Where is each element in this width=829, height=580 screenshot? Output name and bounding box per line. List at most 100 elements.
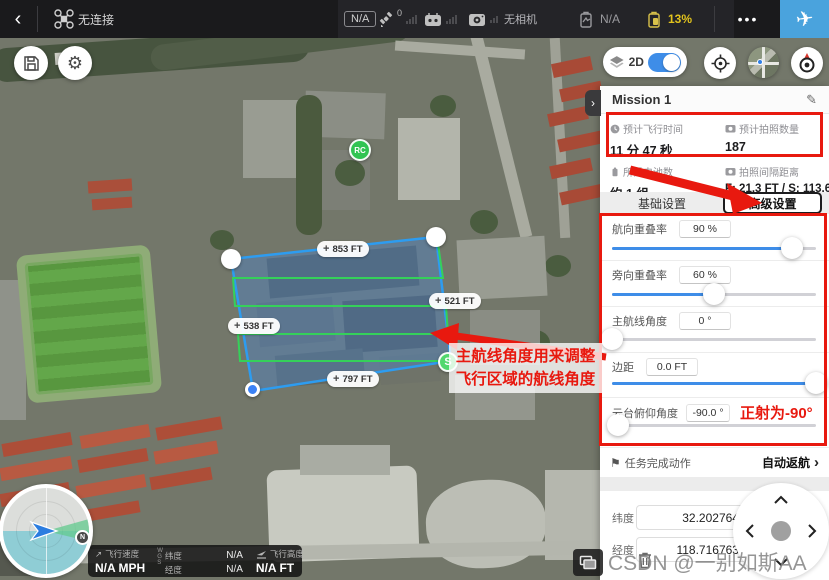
map-feature	[1, 432, 72, 457]
distance-label[interactable]: + 538 FT	[228, 318, 280, 334]
front-overlap-value[interactable]: 90 %	[679, 220, 731, 238]
lng-value: N/A	[226, 564, 243, 575]
back-button[interactable]: ‹	[0, 0, 36, 38]
margin-slider[interactable]	[612, 382, 816, 385]
rc-battery-icon	[645, 11, 663, 28]
stat-label: 预计飞行时间	[623, 121, 683, 136]
distance-label[interactable]: + 797 FT	[327, 371, 379, 387]
connection-status: 无连接	[78, 0, 114, 38]
edit-mission-icon[interactable]: ✎	[806, 92, 817, 108]
map-layer-switch-button[interactable]	[573, 549, 603, 576]
rc-signal-status[interactable]	[424, 0, 457, 38]
gps-signal-bars	[406, 15, 417, 24]
nudge-up-button[interactable]	[773, 495, 789, 505]
gimbal-pitch-row: 云台俯仰角度 -90.0 ° 正射为-90°	[612, 402, 813, 423]
flag-icon: ⚑	[610, 456, 621, 470]
save-mission-button[interactable]	[14, 46, 48, 80]
rc-battery-status[interactable]: 13%	[645, 0, 692, 38]
layers-icon	[609, 55, 625, 69]
point-nudge-dpad	[733, 483, 829, 579]
tab-advanced-settings[interactable]: 高级设置	[723, 192, 822, 214]
panel-collapse-button[interactable]: ›	[585, 90, 601, 116]
divider	[600, 352, 829, 353]
map-feature	[88, 178, 133, 193]
slider-label: 主航线角度	[612, 313, 667, 329]
aircraft-battery-icon	[577, 11, 595, 28]
nudge-right-button[interactable]	[807, 523, 817, 539]
slider-knob[interactable]	[703, 283, 725, 305]
compass-dial	[3, 488, 89, 574]
drone-icon	[53, 0, 75, 38]
move-cross-icon: +	[333, 373, 339, 385]
side-overlap-slider[interactable]	[612, 293, 816, 296]
distance-label[interactable]: + 521 FT	[429, 293, 481, 309]
stat-label: 拍照间隔距离	[739, 164, 799, 179]
map-feature	[92, 197, 133, 211]
remote-controller-icon	[424, 12, 442, 27]
rc-location-marker[interactable]: RC	[349, 139, 371, 161]
slider-knob[interactable]	[805, 372, 827, 394]
gimbal-pitch-slider[interactable]	[612, 424, 816, 427]
map-feature	[395, 40, 525, 59]
sports-field	[24, 253, 153, 395]
margin-row: 边距 0.0 FT	[612, 358, 698, 376]
chevron-right-icon: ›	[814, 454, 819, 471]
lng-label: 经度	[165, 564, 182, 576]
map-feature	[300, 445, 390, 475]
rc-battery-value: 13%	[668, 12, 692, 26]
route-angle-value[interactable]: 0 °	[679, 312, 731, 330]
telemetry-position: 纬度 N/A 经度 N/A	[165, 545, 249, 577]
margin-value[interactable]: 0.0 FT	[646, 358, 698, 376]
polygon-vertex[interactable]	[426, 227, 446, 247]
map-feature	[430, 95, 456, 117]
start-marker-label: S	[444, 356, 451, 368]
slider-knob[interactable]	[781, 237, 803, 259]
takeoff-button[interactable]: ✈	[780, 0, 829, 38]
delete-point-icon[interactable]	[637, 551, 653, 569]
aircraft-battery-status[interactable]: N/A	[577, 0, 620, 38]
nudge-left-button[interactable]	[745, 523, 755, 539]
latitude-label: 纬度	[612, 510, 636, 526]
stat-label: 预计拍照数量	[739, 121, 799, 136]
camera-icon	[468, 12, 486, 27]
front-overlap-slider[interactable]	[612, 247, 816, 250]
camera-status[interactable]: 无相机	[468, 0, 537, 38]
map-feature	[455, 375, 535, 420]
gps-status[interactable]: 0	[378, 0, 417, 38]
side-overlap-value[interactable]: 60 %	[679, 266, 731, 284]
map-feature	[470, 32, 532, 239]
gps-count: 0	[397, 8, 402, 18]
locate-me-button[interactable]	[704, 47, 736, 79]
polygon-vertex[interactable]	[221, 249, 241, 269]
slider-knob[interactable]	[607, 414, 629, 436]
divider	[714, 6, 715, 32]
distance-text: 797 FT	[342, 374, 372, 385]
map-2d-toggle[interactable]	[648, 53, 681, 72]
more-menu-button[interactable]: •••	[728, 0, 768, 38]
map-feature	[210, 230, 234, 250]
nudge-center-button[interactable]	[771, 521, 791, 541]
map-feature	[79, 424, 150, 449]
gimbal-pitch-value[interactable]: -90.0 °	[686, 404, 730, 422]
route-start-marker[interactable]: S	[438, 352, 458, 372]
lat-value: N/A	[226, 550, 243, 561]
slider-knob[interactable]	[601, 328, 623, 350]
gimbal-annotation-text: 正射为-90°	[740, 402, 813, 423]
settings-button[interactable]: ⚙	[58, 46, 92, 80]
map-feature	[149, 467, 212, 491]
polygon-vertex-selected[interactable]	[245, 382, 260, 397]
stat-value: 187	[725, 140, 829, 154]
minimap-thumbnail[interactable]	[748, 47, 779, 78]
compass-reset-button[interactable]	[791, 47, 823, 79]
distance-label[interactable]: + 853 FT	[317, 241, 369, 257]
flight-mode-indicator[interactable]: N/A	[344, 0, 376, 38]
route-angle-slider[interactable]	[612, 338, 816, 341]
nudge-down-button[interactable]	[773, 557, 789, 567]
finish-action-row[interactable]: ⚑ 任务完成动作 自动返航 ›	[600, 447, 829, 477]
altitude-value: N/A FT	[256, 561, 304, 575]
rc-signal-bars	[446, 15, 457, 24]
map-feature	[155, 416, 222, 440]
divider	[600, 260, 829, 261]
tab-basic-settings[interactable]: 基础设置	[610, 193, 714, 214]
speed-arrow-icon: ↗	[95, 549, 102, 560]
